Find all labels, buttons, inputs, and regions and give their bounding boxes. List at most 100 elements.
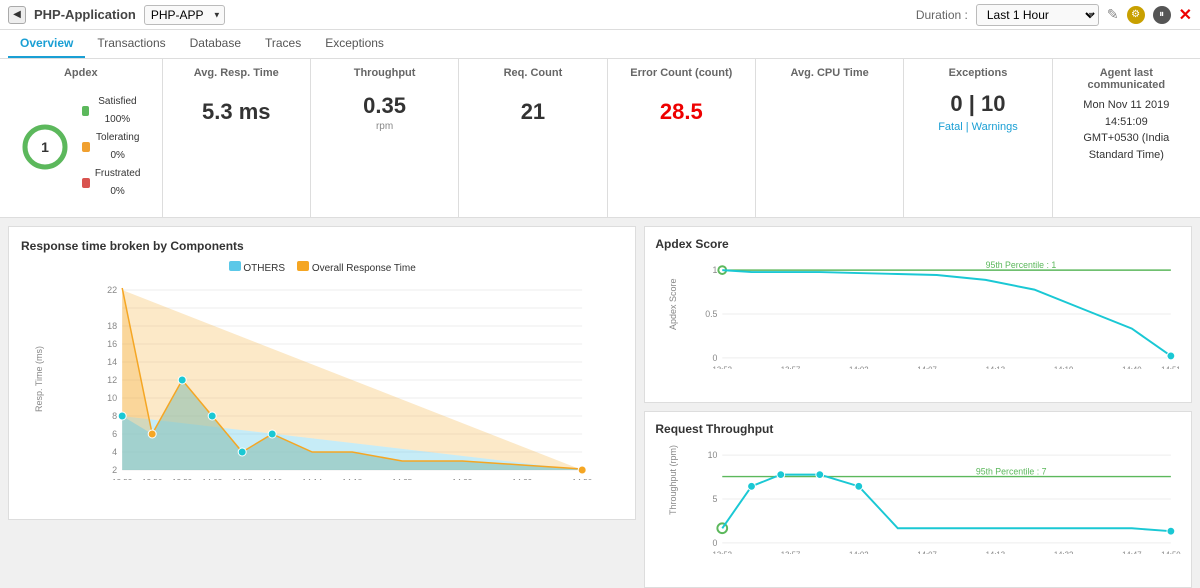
svg-text:14:07: 14:07 [918, 551, 938, 554]
fatal-link[interactable]: Fatal [938, 121, 962, 133]
svg-text:14:02: 14:02 [849, 366, 869, 369]
svg-text:14:02: 14:02 [849, 551, 869, 554]
req-throughput-title: Request Throughput [655, 422, 1181, 436]
svg-text:14:07: 14:07 [232, 478, 253, 480]
apdex-chart-wrapper: Apdex Score 1 0.5 0 95th Percentile : 1 [655, 259, 1181, 392]
legend-satisfied: Satisfied 100% [82, 93, 142, 129]
svg-text:12: 12 [107, 375, 117, 385]
svg-text:13:52: 13:52 [713, 366, 733, 369]
svg-text:14:47: 14:47 [1122, 551, 1142, 554]
overall-label: Overall Response Time [312, 263, 416, 274]
svg-text:0.5: 0.5 [706, 309, 718, 319]
svg-text:10: 10 [708, 450, 718, 460]
apdex-score-panel: Apdex Score Apdex Score 1 0.5 0 95th Per… [644, 226, 1192, 403]
svg-text:4: 4 [112, 447, 117, 457]
frustrated-label: Frustrated 0% [94, 165, 142, 201]
legend-others: OTHERS [229, 261, 285, 274]
others-legend-box [229, 261, 241, 271]
edit-icon[interactable]: ✎ [1107, 6, 1119, 23]
apdex-svg: 1 0.5 0 95th Percentile : 1 13:52 13:57 … [693, 259, 1181, 369]
svg-text:5: 5 [713, 494, 718, 504]
chart-right-panels: Apdex Score Apdex Score 1 0.5 0 95th Per… [644, 226, 1192, 520]
frustrated-dot [82, 178, 90, 188]
req-count-title: Req. Count [471, 67, 594, 79]
satisfied-label: Satisfied 100% [93, 93, 141, 129]
svg-text:0: 0 [713, 353, 718, 363]
svg-text:6: 6 [112, 429, 117, 439]
exceptions-title: Exceptions [916, 67, 1039, 79]
svg-text:14:32: 14:32 [1054, 551, 1074, 554]
agent-last-value: Mon Nov 11 2019 14:51:09 GMT+0530 (India… [1065, 97, 1188, 163]
svg-text:1: 1 [713, 265, 718, 275]
throughput-title: Throughput [323, 67, 446, 79]
throughput-svg: 10 5 0 95th Percentile : 7 1 [693, 444, 1181, 554]
svg-text:13:57: 13:57 [781, 366, 801, 369]
exceptions-links: Fatal | Warnings [916, 121, 1039, 133]
svg-text:14:07: 14:07 [918, 366, 938, 369]
app-title: PHP-Application [34, 7, 136, 22]
svg-text:14:39: 14:39 [512, 478, 533, 480]
svg-text:16: 16 [107, 339, 117, 349]
svg-text:14:50: 14:50 [572, 478, 593, 480]
svg-text:13:59: 13:59 [172, 478, 193, 480]
svg-text:13:52: 13:52 [112, 478, 133, 480]
pause-icon[interactable]: ⏸ [1153, 6, 1171, 24]
apdex-title: Apdex [12, 67, 150, 79]
bottom-section: Response time broken by Components OTHER… [0, 218, 1200, 528]
duration-label: Duration : [916, 8, 968, 22]
svg-text:2: 2 [112, 465, 117, 475]
metric-avg-cpu: Avg. CPU Time [756, 59, 904, 217]
svg-text:13:57: 13:57 [781, 551, 801, 554]
apdex-content: 1 Satisfied 100% Tolerating 0% Frustrate… [12, 85, 150, 209]
tab-overview[interactable]: Overview [8, 30, 85, 58]
tab-transactions[interactable]: Transactions [85, 30, 177, 58]
app-select-wrapper: PHP-APP [144, 5, 225, 25]
others-label: OTHERS [243, 263, 285, 274]
resp-time-svg: 22 18 16 14 12 10 8 6 4 2 [61, 280, 623, 480]
warnings-link[interactable]: Warnings [972, 121, 1018, 133]
svg-text:14:50: 14:50 [1161, 551, 1181, 554]
metric-throughput: Throughput 0.35 rpm [311, 59, 459, 217]
close-icon[interactable]: ✕ [1179, 5, 1192, 25]
legend-overall: Overall Response Time [297, 261, 416, 274]
agent-timezone: GMT+0530 (India Standard Time) [1065, 130, 1188, 163]
svg-text:14:18: 14:18 [342, 478, 363, 480]
svg-text:10: 10 [107, 393, 117, 403]
tab-database[interactable]: Database [178, 30, 253, 58]
legend-tolerating: Tolerating 0% [82, 129, 142, 165]
tab-traces[interactable]: Traces [253, 30, 313, 58]
apdex-legend: Satisfied 100% Tolerating 0% Frustrated … [82, 93, 142, 201]
metric-avg-resp-time: Avg. Resp. Time 5.3 ms [163, 59, 311, 217]
svg-text:14:51: 14:51 [1161, 366, 1181, 369]
throughput-value: 0.35 [323, 93, 446, 119]
resp-time-chart-wrapper: Resp. Time (ms) 22 18 16 14 12 [21, 280, 623, 508]
svg-text:95th Percentile : 1: 95th Percentile : 1 [986, 260, 1057, 270]
agent-last-title: Agent last communicated [1065, 67, 1188, 91]
apdex-value: 1 [41, 139, 49, 155]
nav-tabs: Overview Transactions Database Traces Ex… [0, 30, 1200, 59]
throughput-unit: rpm [323, 121, 446, 132]
back-button[interactable]: ◀ [8, 6, 26, 24]
req-count-value: 21 [471, 99, 594, 125]
avg-cpu-title: Avg. CPU Time [768, 67, 891, 79]
tolerating-label: Tolerating 0% [94, 129, 142, 165]
avg-resp-title: Avg. Resp. Time [175, 67, 298, 79]
throughput-y-label: Throughput (rpm) [668, 479, 678, 515]
settings-icon[interactable]: ⚙ [1127, 6, 1145, 24]
error-count-value: 28.5 [620, 99, 743, 125]
tab-exceptions[interactable]: Exceptions [313, 30, 396, 58]
resp-time-title: Response time broken by Components [21, 239, 623, 253]
legend-frustrated: Frustrated 0% [82, 165, 142, 201]
tolerating-dot [82, 142, 90, 152]
metric-req-count: Req. Count 21 [459, 59, 607, 217]
metric-agent-last: Agent last communicated Mon Nov 11 2019 … [1053, 59, 1200, 217]
svg-text:14:40: 14:40 [1122, 366, 1142, 369]
svg-text:14:32: 14:32 [452, 478, 473, 480]
app-select[interactable]: PHP-APP [144, 5, 225, 25]
req-throughput-panel: Request Throughput Throughput (rpm) 10 5… [644, 411, 1192, 588]
svg-text:14: 14 [107, 357, 117, 367]
metric-apdex: Apdex 1 Satisfied 100% Tolerating 0% [0, 59, 163, 217]
duration-select[interactable]: Last 1 Hour Last 6 Hours Last 24 Hours [976, 4, 1099, 26]
overall-legend-box [297, 261, 309, 271]
metric-error-count: Error Count (count) 28.5 [608, 59, 756, 217]
